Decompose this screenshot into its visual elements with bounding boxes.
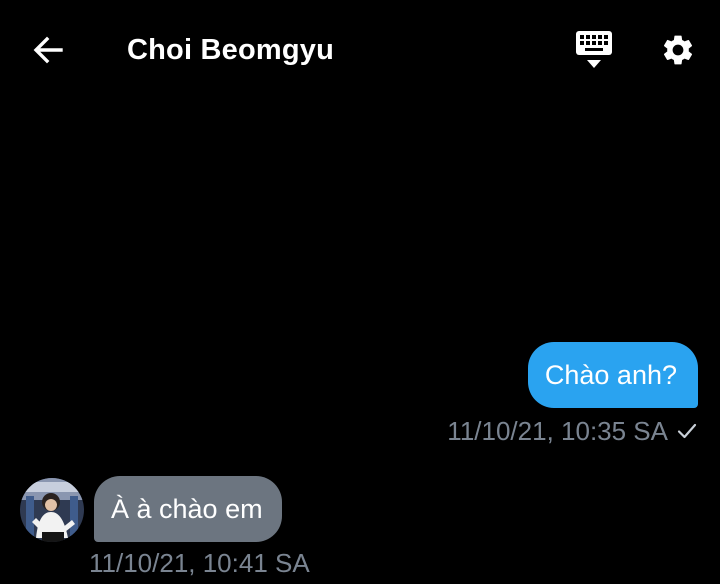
message-text: À à chào em (111, 493, 263, 524)
message-timestamp: 11/10/21, 10:35 SA (447, 416, 668, 446)
message-timestamp: 11/10/21, 10:41 SA (89, 548, 310, 578)
keyboard-hide-icon (576, 31, 612, 68)
check-icon (677, 423, 697, 439)
incoming-message-bubble[interactable]: À à chào em (94, 476, 282, 542)
outgoing-message-bubble[interactable]: Chào anh? (527, 342, 698, 408)
chat-screen: Choi Beomgyu Chào anh? 11/10/21, 10:35 S… (0, 0, 720, 584)
keyboard-toggle-button[interactable] (572, 28, 616, 72)
contact-name[interactable]: Choi Beomgyu (127, 30, 334, 70)
gear-icon (663, 35, 693, 65)
back-button[interactable] (26, 30, 70, 70)
settings-button[interactable] (656, 28, 700, 72)
avatar[interactable] (20, 478, 84, 542)
message-text: Chào anh? (544, 359, 677, 390)
chat-header: Choi Beomgyu (0, 0, 720, 100)
arrow-left-icon (33, 36, 63, 64)
